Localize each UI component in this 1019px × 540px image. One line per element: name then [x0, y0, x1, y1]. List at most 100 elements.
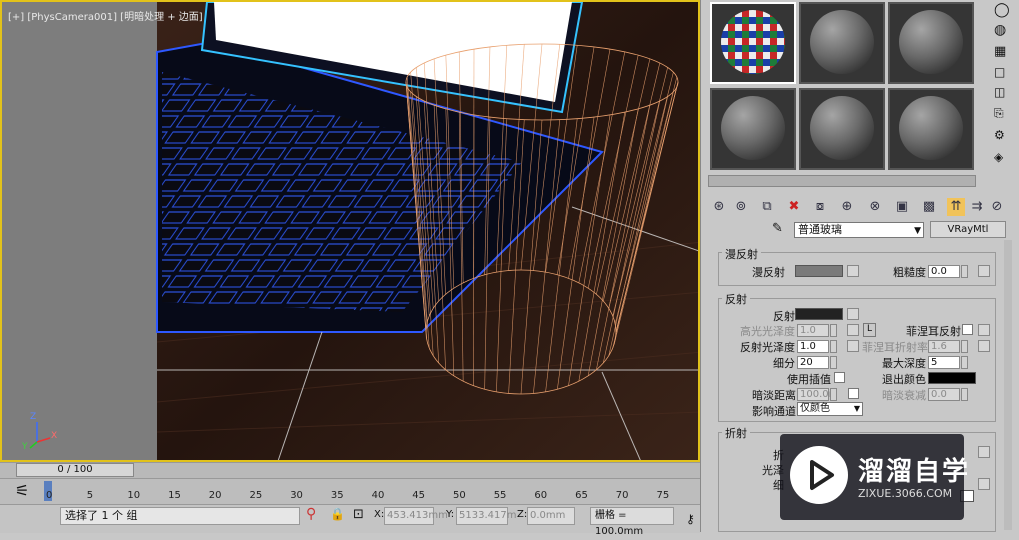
reflect-map-button[interactable] [847, 308, 859, 320]
ruler-tick-label: 30 [290, 490, 303, 501]
diffuse-group-title: 漫反射 [722, 246, 761, 262]
refl-gloss-spinner[interactable] [830, 340, 837, 353]
diffuse-color-swatch[interactable] [795, 265, 843, 277]
roughness-field[interactable]: 0.0 [928, 265, 960, 278]
roughness-map-button[interactable] [978, 265, 990, 277]
axis-z-label: Z [30, 412, 37, 422]
show-end-result-icon[interactable]: ▩ [920, 198, 938, 216]
backlight-icon[interactable]: ◍ [994, 22, 1014, 40]
make-preview-icon[interactable]: ⎘ [994, 106, 1014, 124]
subdivs-spinner[interactable] [830, 356, 837, 369]
assign-material-icon[interactable]: ⧉ [758, 198, 776, 216]
material-slot-6[interactable] [888, 88, 974, 170]
affect-channels-label: 影响通道 [752, 405, 796, 418]
affect-channels-dropdown[interactable]: 仅颜色 ▼ [797, 402, 863, 416]
dim-distance-checkbox[interactable] [848, 388, 859, 399]
slot-scrollbar[interactable] [708, 175, 976, 187]
material-slot-1[interactable] [710, 2, 796, 84]
material-type-button[interactable]: VRayMtl [930, 221, 1006, 238]
mini-curve-editor-icon[interactable]: ⚟ [8, 481, 36, 501]
max-depth-spinner[interactable] [961, 356, 968, 369]
diffuse-map-button[interactable] [847, 265, 859, 277]
hilight-gloss-spinner[interactable] [830, 324, 837, 337]
z-coordinate-field[interactable]: 0.0mm [527, 507, 575, 525]
lock-hilight-button[interactable]: L [863, 323, 876, 337]
dim-distance-spinner[interactable] [830, 388, 837, 401]
reset-map-icon[interactable]: ✖ [785, 198, 803, 216]
material-slot-5[interactable] [799, 88, 885, 170]
max-depth-field[interactable]: 5 [928, 356, 960, 369]
perspective-viewport[interactable]: [+] [PhysCamera001] [明暗处理 + 边面] Z X Y [0, 0, 700, 462]
refr-gloss-map-button[interactable] [978, 478, 990, 490]
panel-scrollbar[interactable] [1004, 240, 1012, 530]
dim-distance-field[interactable]: 100.0n [797, 388, 835, 401]
put-to-scene-icon[interactable]: ⊚ [732, 198, 750, 216]
isolate-selection-icon[interactable]: ⚲ [306, 506, 316, 522]
dim-falloff-field[interactable]: 0.0 [928, 388, 960, 401]
sample-type-icon[interactable]: ◯ [994, 2, 1014, 20]
background-icon[interactable]: ▦ [994, 44, 1014, 62]
hilight-gloss-map-button[interactable] [847, 324, 859, 336]
select-by-material-icon[interactable]: ◈ [994, 150, 1014, 168]
subdivs-field[interactable]: 20 [797, 356, 829, 369]
material-preview-sphere [721, 96, 785, 160]
ruler-tick-label: 15 [168, 490, 181, 501]
ruler-tick-label: 25 [249, 490, 263, 501]
y-coordinate-field[interactable]: 5133.417m [456, 507, 516, 525]
ruler-tick-label: 70 [615, 490, 629, 501]
affect-channels-value: 仅颜色 [800, 403, 830, 414]
ruler-tick-label: 5 [86, 490, 94, 501]
sample-uv-icon[interactable]: □ [994, 65, 1014, 83]
refract-map-button[interactable] [978, 446, 990, 458]
x-coordinate-field[interactable]: 453.413mm [384, 507, 448, 525]
use-interp-checkbox[interactable] [834, 372, 845, 383]
axis-y-label: Y [22, 442, 28, 452]
material-id-icon[interactable]: ⊗ [866, 198, 884, 216]
time-slider-thumb[interactable]: 0 / 100 [16, 463, 134, 477]
material-slot-3[interactable] [888, 2, 974, 84]
put-to-library-icon[interactable]: ⊕ [838, 198, 856, 216]
fresnel-ior-field[interactable]: 1.6 [928, 340, 960, 353]
fresnel-label: 菲涅耳反射 [906, 325, 961, 338]
refl-gloss-field[interactable]: 1.0 [797, 340, 829, 353]
axis-x-label: X [51, 431, 58, 441]
diffuse-label: 漫反射 [752, 266, 785, 279]
pick-from-object-icon[interactable]: ⊘ [988, 198, 1006, 216]
hilight-gloss-field[interactable]: 1.0 [797, 324, 829, 337]
go-to-parent-icon[interactable]: ⇈ [947, 198, 965, 216]
use-interp-label: 使用插值 [787, 373, 831, 386]
fresnel-ior-map-button[interactable] [978, 340, 990, 352]
video-color-check-icon[interactable]: ◫ [994, 85, 1014, 103]
material-slot-4[interactable] [710, 88, 796, 170]
ruler-tick-label: 10 [127, 490, 141, 501]
x-label: X: [374, 509, 385, 520]
reflect-color-swatch[interactable] [795, 308, 843, 320]
get-material-icon[interactable]: ⊛ [710, 198, 728, 216]
options-icon[interactable]: ⚙ [994, 128, 1014, 146]
material-name-field[interactable]: 普通玻璃 ▼ [794, 222, 924, 238]
dim-falloff-spinner[interactable] [961, 388, 968, 401]
z-label: Z: [517, 509, 528, 520]
viewport-label[interactable]: [+] [PhysCamera001] [明暗处理 + 边面] [8, 8, 203, 23]
absolute-mode-icon[interactable]: ⊡ [353, 507, 364, 522]
selection-lock-icon[interactable]: 🔒 [330, 507, 345, 521]
refl-gloss-label: 反射光泽度 [740, 341, 795, 354]
eyedropper-icon[interactable]: ✎ [772, 221, 783, 236]
key-mode-icon[interactable]: ⚷ [686, 512, 695, 526]
exit-color-swatch[interactable] [928, 372, 976, 384]
roughness-label: 粗糙度 [893, 266, 926, 279]
fresnel-lock-button[interactable] [978, 324, 990, 336]
ruler-tick-label: 40 [371, 490, 385, 501]
go-forward-sibling-icon[interactable]: ⇉ [968, 198, 986, 216]
refl-gloss-map-button[interactable] [847, 340, 859, 352]
make-unique-icon[interactable]: ⧇ [811, 198, 829, 216]
dim-distance-label: 暗淡距离 [752, 389, 796, 402]
fresnel-ior-spinner[interactable] [961, 340, 968, 353]
ruler-tick-label: 55 [493, 490, 507, 501]
roughness-spinner[interactable] [961, 265, 968, 278]
trackbar-ruler[interactable] [0, 478, 700, 505]
fresnel-checkbox[interactable] [962, 324, 973, 335]
material-slot-2[interactable] [799, 2, 885, 84]
show-map-icon[interactable]: ▣ [893, 198, 911, 216]
chevron-down-icon[interactable]: ▼ [914, 224, 921, 238]
